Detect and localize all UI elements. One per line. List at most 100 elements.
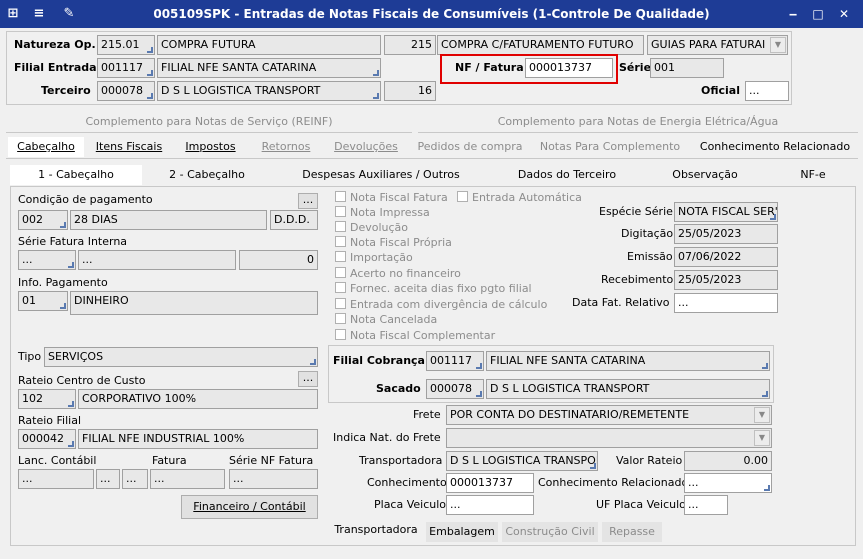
check-nota-fiscal-propria[interactable]: Nota Fiscal Própria: [335, 236, 452, 249]
filial-code-field[interactable]: 001117: [97, 58, 155, 78]
sacado-code[interactable]: 000078: [426, 379, 484, 399]
fatura-field-2[interactable]: ...: [150, 469, 225, 489]
check-entrada-automatica[interactable]: Entrada Automática: [457, 191, 582, 204]
subtab-1-cabecalho[interactable]: 1 - Cabeçalho: [10, 165, 142, 185]
fatura-label: Fatura: [152, 454, 187, 467]
title-bar: ⊞ ≡ ✎ 005109SPK - Entradas de Notas Fisc…: [0, 0, 863, 28]
tab-devolucoes[interactable]: Devoluções: [324, 137, 408, 157]
uf-placa-veiculo-field[interactable]: ...: [684, 495, 728, 515]
tab-notas-complemento[interactable]: Notas Para Complemento: [531, 137, 689, 157]
check-acerto-financeiro[interactable]: Acerto no financeiro: [335, 267, 461, 280]
rateio-ellipsis-button[interactable]: ...: [298, 371, 318, 387]
subtab-despesas[interactable]: Despesas Auxiliares / Outros: [272, 165, 490, 185]
recebimento-field[interactable]: 25/05/2023: [674, 270, 778, 290]
info-pagamento-desc: DINHEIRO: [70, 291, 318, 315]
serie-fatura-label: Série Fatura Interna: [18, 235, 128, 248]
guias-select[interactable]: GUIAS PARA FATURAI ▼: [647, 35, 788, 55]
indica-nat-frete-select[interactable]: ▼: [446, 428, 772, 448]
terceiro-desc-field: D S L LOGISTICA TRANSPORT: [157, 81, 381, 101]
nf-fatura-input[interactable]: 000013737: [525, 58, 613, 78]
serie-fatura-a[interactable]: ...: [18, 250, 76, 270]
subtab-observacao[interactable]: Observação: [644, 165, 766, 185]
filial-entrada-label: Filial Entrada: [14, 61, 97, 74]
terceiro-code-field[interactable]: 000078: [97, 81, 155, 101]
natureza-label: Natureza Op.: [14, 38, 96, 51]
maximize-button[interactable]: □: [808, 5, 828, 23]
tab-impostos[interactable]: Impostos: [173, 137, 248, 157]
subtab-dados-terceiro[interactable]: Dados do Terceiro: [493, 165, 641, 185]
tab-retornos[interactable]: Retornos: [251, 137, 321, 157]
financeiro-contabil-button[interactable]: Financeiro / Contábil: [181, 495, 318, 519]
tab-cabecalho[interactable]: Cabeçalho: [8, 137, 84, 157]
placa-veiculo-field[interactable]: ...: [446, 495, 534, 515]
lanc-contabil-field[interactable]: ...: [18, 469, 94, 489]
check-importacao[interactable]: Importação: [335, 251, 413, 264]
digitacao-field[interactable]: 25/05/2023: [674, 224, 778, 244]
data-fat-relativo-field[interactable]: ...: [674, 293, 778, 313]
close-button[interactable]: ✕: [834, 5, 854, 23]
conhecimento-relacionado-field[interactable]: ...: [684, 473, 772, 493]
valor-rateio-label: Valor Rateio: [616, 454, 683, 467]
rateio-filial-label: Rateio Filial: [18, 414, 81, 427]
tab-divider: [6, 158, 858, 159]
check-nota-complementar[interactable]: Nota Fiscal Complementar: [335, 329, 495, 342]
rateio-filial-desc: FILIAL NFE INDUSTRIAL 100%: [78, 429, 318, 449]
serie-input[interactable]: 001: [650, 58, 724, 78]
rateio-filial-code[interactable]: 000042: [18, 429, 76, 449]
nf-fatura-label: NF / Fatura: [455, 61, 524, 74]
transportadora-field[interactable]: D S L LOGISTICA TRANSPOI: [446, 451, 598, 471]
tab-construcao-civil[interactable]: Construção Civil: [502, 522, 598, 542]
chevron-down-icon[interactable]: ▼: [754, 407, 770, 423]
tab-itens-fiscais[interactable]: Itens Fiscais: [88, 137, 170, 157]
check-divergencia-calculo[interactable]: Entrada com divergência de cálculo: [335, 298, 547, 311]
tab-complemento-energia[interactable]: Complemento para Notas de Energia Elétri…: [418, 112, 858, 133]
frete-select[interactable]: POR CONTA DO DESTINATARIO/REMETENTE ▼: [446, 405, 772, 425]
filial-cobranca-code[interactable]: 001117: [426, 351, 484, 371]
natureza-code-field[interactable]: 215.01: [97, 35, 155, 55]
minimize-button[interactable]: ‒: [783, 5, 803, 23]
condicao-code-field[interactable]: 002: [18, 210, 68, 230]
especie-serie-field[interactable]: NOTA FISCAL SER': [674, 202, 778, 222]
oficial-input[interactable]: ...: [745, 81, 789, 101]
sacado-label: Sacado: [376, 382, 421, 395]
tab-pedidos-compra[interactable]: Pedidos de compra: [411, 137, 529, 157]
check-nota-fiscal-fatura[interactable]: Nota Fiscal Fatura: [335, 191, 448, 204]
lanc-contabil-label: Lanc. Contábil: [18, 454, 97, 467]
tab-complemento-reinf[interactable]: Complemento para Notas de Serviço (REINF…: [6, 112, 412, 133]
natureza-desc2-field: COMPRA C/FATURAMENTO FUTURO: [437, 35, 644, 55]
subtab-2-cabecalho[interactable]: 2 - Cabeçalho: [145, 165, 269, 185]
placa-veiculo-label: Placa Veiculo: [374, 498, 447, 511]
frete-label: Frete: [413, 408, 441, 421]
emissao-field[interactable]: 07/06/2022: [674, 247, 778, 267]
check-fornec-dias-fixo[interactable]: Fornec. aceita dias fixo pgto filial: [335, 282, 532, 295]
tab-repasse[interactable]: Repasse: [602, 522, 662, 542]
serie-fatura-b: ...: [78, 250, 236, 270]
serie-nf-fatura-label: Série NF Fatura: [229, 454, 314, 467]
digitacao-label: Digitação: [621, 227, 674, 240]
subtab-nfe[interactable]: NF-e: [769, 165, 857, 185]
conhecimento-field[interactable]: 000013737: [446, 473, 534, 493]
sacado-desc: D S L LOGISTICA TRANSPORT: [486, 379, 770, 399]
rateio-cc-desc: CORPORATIVO 100%: [78, 389, 318, 409]
chevron-down-icon[interactable]: ▼: [754, 430, 770, 446]
rateio-cc-code[interactable]: 102: [18, 389, 76, 409]
check-nota-impressa[interactable]: Nota Impressa: [335, 206, 430, 219]
natureza-num-field: 215: [384, 35, 436, 55]
indica-nat-frete-label: Indica Nat. do Frete: [333, 431, 441, 444]
tab-conhecimento-relacionado[interactable]: Conhecimento Relacionado: [692, 137, 858, 157]
tab-transportadora[interactable]: Transportadora: [330, 520, 422, 540]
lanc-field-2[interactable]: ...: [96, 469, 120, 489]
condicao-ellipsis-button[interactable]: ...: [298, 193, 318, 209]
natureza-desc-field: COMPRA FUTURA: [157, 35, 381, 55]
info-pagamento-code[interactable]: 01: [18, 291, 68, 311]
info-pagamento-label: Info. Pagamento: [18, 276, 108, 289]
check-nota-cancelada[interactable]: Nota Cancelada: [335, 313, 437, 326]
tipo-field[interactable]: SERVIÇOS: [44, 347, 318, 367]
valor-rateio-field[interactable]: 0.00: [684, 451, 772, 471]
condicao-desc-field: 28 DIAS: [70, 210, 267, 230]
check-devolucao[interactable]: Devolução: [335, 221, 408, 234]
tab-embalagem[interactable]: Embalagem: [426, 522, 498, 542]
serie-nf-fatura-field[interactable]: ...: [229, 469, 318, 489]
chevron-down-icon[interactable]: ▼: [770, 37, 786, 53]
fatura-field-1[interactable]: ...: [122, 469, 148, 489]
